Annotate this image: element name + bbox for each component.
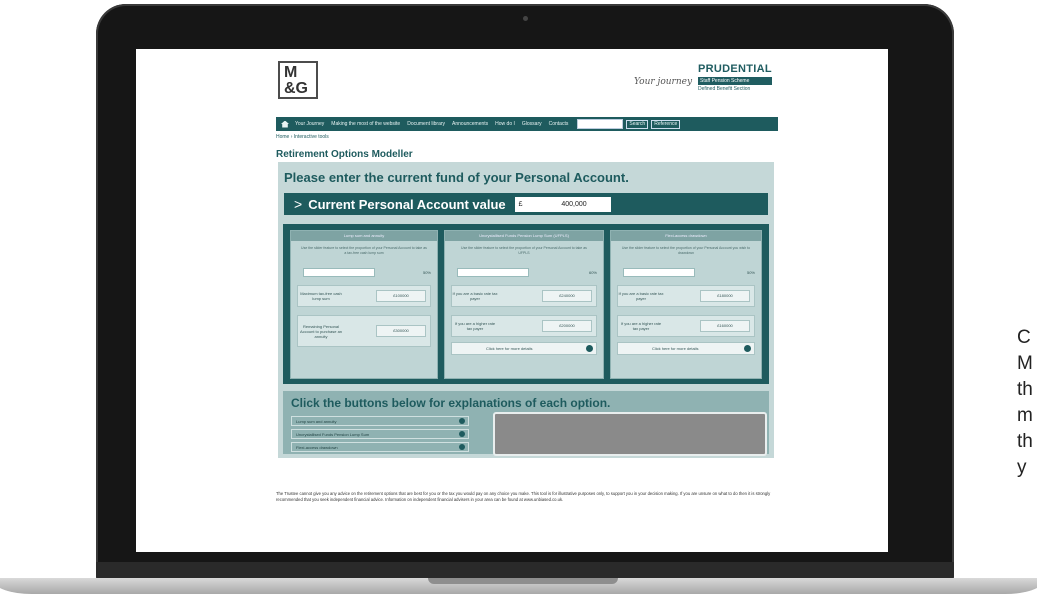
option-card-ufpls: Uncrystallised Funds Pension Lump Sum (U… — [444, 230, 604, 379]
account-value-bar: > Current Personal Account value £ 400,0… — [284, 193, 768, 215]
explain-button-label: Uncrystallised Funds Pension Lump Sum — [296, 432, 370, 437]
prudential-logo: PRUDENTIAL Staff Pension Scheme Defined … — [698, 63, 776, 92]
laptop-notch — [428, 578, 618, 584]
more-details-label: Click here for more details — [486, 346, 533, 351]
site-header: M &G Your journey PRUDENTIAL Staff Pensi… — [136, 49, 888, 111]
result-label: If you are a higher rate tax payer — [620, 321, 662, 331]
card-title: Flexi-access drawdown — [611, 231, 761, 241]
logo-line-1: M — [284, 64, 298, 81]
explain-button-ufpls[interactable]: Uncrystallised Funds Pension Lump Sum — [291, 429, 469, 439]
laptop-screen: M &G Your journey PRUDENTIAL Staff Pensi… — [136, 49, 888, 552]
options-panel: Lump sum and annuity Use the slider feat… — [283, 224, 769, 384]
laptop-lid: M &G Your journey PRUDENTIAL Staff Pensi… — [96, 4, 954, 582]
caption-line: th — [1017, 379, 1033, 400]
result-value: £100000 — [376, 290, 426, 302]
card-description: Use the slider feature to select the pro… — [301, 246, 427, 255]
info-dot-icon — [586, 345, 593, 352]
result-value: £300000 — [376, 325, 426, 337]
explain-button-drawdown[interactable]: Flexi-access drawdown — [291, 442, 469, 452]
slider-percent: 50% — [746, 270, 755, 275]
info-dot-icon — [459, 418, 465, 424]
brand-name: PRUDENTIAL — [698, 63, 772, 75]
proportion-slider[interactable] — [303, 268, 375, 277]
page-title: Retirement Options Modeller — [276, 149, 413, 160]
home-icon[interactable] — [281, 120, 289, 128]
explain-button-lump-sum[interactable]: Lump sum and annuity — [291, 416, 469, 426]
result-value: £200000 — [542, 320, 592, 332]
result-row: If you are a higher rate tax payer £1600… — [617, 315, 755, 337]
nav-item-contacts[interactable]: Contacts — [549, 121, 569, 127]
info-dot-icon — [459, 444, 465, 450]
proportion-slider[interactable] — [457, 268, 529, 277]
search-button[interactable]: Search — [626, 119, 649, 129]
result-label: If you are a basic rate tax payer — [618, 291, 664, 301]
card-title: Uncrystallised Funds Pension Lump Sum (U… — [445, 231, 603, 241]
explanation-display — [493, 412, 767, 456]
account-value: 400,000 — [561, 200, 587, 208]
disclaimer-text: The Trustee cannot give you any advice o… — [276, 491, 771, 502]
result-row: If you are a higher rate tax payer £2000… — [451, 315, 597, 337]
more-details-button[interactable]: Click here for more details — [451, 342, 597, 355]
result-value: £160000 — [700, 320, 750, 332]
card-title: Lump sum and annuity — [291, 231, 437, 241]
result-value: £180000 — [700, 290, 750, 302]
reference-button[interactable]: Reference — [651, 119, 681, 129]
mg-logo[interactable]: M &G — [278, 61, 318, 99]
fund-prompt: Please enter the current fund of your Pe… — [284, 170, 629, 185]
brand-sub1: Staff Pension Scheme — [698, 77, 772, 85]
nav-item-glossary[interactable]: Glossary — [522, 121, 542, 127]
caption-line: C — [1017, 327, 1031, 348]
result-row: If you are a basic rate tax payer £24000… — [451, 285, 597, 307]
result-label: If you are a basic rate tax payer — [452, 291, 498, 301]
caption-line: y — [1017, 457, 1027, 478]
camera-icon — [523, 16, 528, 21]
explain-button-label: Flexi-access drawdown — [296, 445, 338, 450]
card-description: Use the slider feature to select the pro… — [461, 246, 587, 255]
breadcrumb[interactable]: Home › Interactive tools — [276, 134, 329, 140]
slider-percent: 50% — [422, 270, 431, 275]
nav-item-making-most[interactable]: Making the most of the website — [331, 121, 400, 127]
slider-percent: 60% — [588, 270, 597, 275]
nav-item-how-do-i[interactable]: How do I — [495, 121, 515, 127]
chevron-right-icon: > — [294, 196, 303, 212]
result-row: Maximum tax-free cash lump sum £100000 — [297, 285, 431, 307]
logo-line-2: &G — [284, 80, 308, 97]
caption-line: m — [1017, 405, 1033, 426]
nav-item-your-journey[interactable]: Your Journey — [295, 121, 324, 127]
result-row: Remaining Personal Account to purchase a… — [297, 315, 431, 347]
journey-logo: Your journey — [634, 77, 693, 87]
option-card-drawdown: Flexi-access drawdown Use the slider fea… — [610, 230, 762, 379]
result-label: Remaining Personal Account to purchase a… — [299, 323, 343, 339]
nav-item-document-library[interactable]: Document library — [407, 121, 445, 127]
card-description: Use the slider feature to select the pro… — [621, 246, 751, 255]
main-nav: Your Journey Making the most of the webs… — [276, 117, 778, 131]
explain-button-label: Lump sum and annuity — [296, 419, 337, 424]
account-value-input[interactable]: £ 400,000 — [514, 196, 611, 212]
result-value: £240000 — [542, 290, 592, 302]
result-row: If you are a basic rate tax payer £18000… — [617, 285, 755, 307]
caption-line: th — [1017, 431, 1033, 452]
result-label: Maximum tax-free cash lump sum — [300, 291, 342, 301]
explanations-title: Click the buttons below for explanations… — [291, 396, 611, 410]
currency-symbol: £ — [518, 200, 523, 208]
account-value-label: Current Personal Account value — [308, 196, 506, 212]
retirement-modeller: Please enter the current fund of your Pe… — [278, 162, 774, 458]
info-dot-icon — [744, 345, 751, 352]
search-input[interactable] — [577, 119, 624, 129]
more-details-button[interactable]: Click here for more details — [617, 342, 755, 355]
result-label: If you are a higher rate tax payer — [454, 321, 496, 331]
explanations-panel: Click the buttons below for explanations… — [283, 391, 769, 456]
nav-item-announcements[interactable]: Announcements — [452, 121, 488, 127]
more-details-label: Click here for more details — [652, 346, 699, 351]
side-caption: C M th m th y — [1017, 325, 1037, 481]
info-dot-icon — [459, 431, 465, 437]
option-card-lump-sum: Lump sum and annuity Use the slider feat… — [290, 230, 438, 379]
proportion-slider[interactable] — [623, 268, 695, 277]
caption-line: M — [1017, 353, 1033, 374]
brand-sub2: Defined Benefit Section — [698, 86, 751, 92]
